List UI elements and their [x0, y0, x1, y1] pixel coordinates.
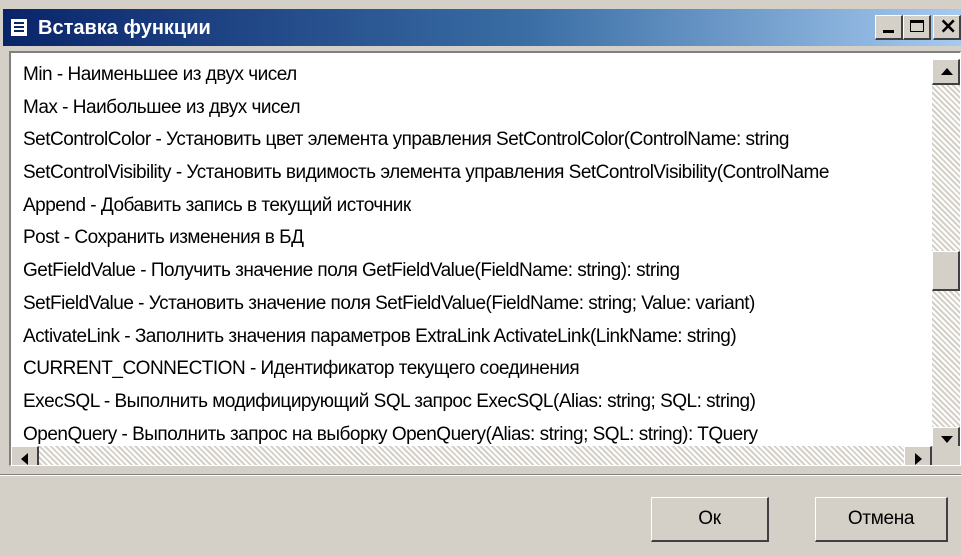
arrow-down-icon [941, 436, 953, 443]
list-item[interactable]: SetControlVisibility - Установить видимо… [11, 157, 926, 190]
vertical-scrollbar[interactable] [932, 59, 960, 453]
list-item[interactable]: GetFieldValue - Получить значение поля G… [11, 255, 926, 288]
list-document-icon [10, 18, 28, 37]
maximize-button[interactable] [903, 15, 931, 40]
list-item[interactable]: CURRENT_CONNECTION - Идентификатор текущ… [11, 353, 926, 386]
list-item[interactable]: Append - Добавить запись в текущий источ… [11, 190, 926, 223]
list-item[interactable]: Post - Сохранить изменения в БД [11, 222, 926, 255]
scroll-left-button[interactable] [11, 446, 39, 465]
scroll-up-button[interactable] [932, 59, 960, 85]
vertical-scroll-thumb[interactable] [932, 251, 960, 292]
minimize-icon [883, 30, 894, 33]
list-item[interactable]: ExecSQL - Выполнить модифицирующий SQL з… [11, 386, 926, 419]
minimize-button[interactable] [875, 15, 903, 40]
function-list[interactable]: Min - Наименьшее из двух чисел Max - Наиб… [9, 51, 961, 466]
scrollbar-corner [932, 446, 960, 465]
window-title: Вставка функции [38, 17, 211, 39]
close-button[interactable]: × [933, 15, 961, 40]
arrow-right-icon [915, 453, 922, 465]
maximize-icon [910, 20, 924, 32]
ok-button[interactable]: Ок [651, 497, 769, 542]
insert-function-dialog: Вставка функции × Min - Наименьшее из дв… [0, 0, 961, 556]
list-item[interactable]: Max - Наибольшее из двух чисел [11, 92, 926, 125]
arrow-up-icon [941, 68, 953, 75]
list-item[interactable]: SetFieldValue - Установить значение поля… [11, 288, 926, 321]
list-item[interactable]: Min - Наименьшее из двух чисел [11, 59, 926, 92]
list-item[interactable]: SetControlColor - Установить цвет элемен… [11, 124, 926, 157]
title-bar[interactable]: Вставка функции × [3, 9, 961, 46]
arrow-left-icon [21, 453, 28, 465]
list-item[interactable]: ActivateLink - Заполнить значения параме… [11, 321, 926, 354]
scroll-right-button[interactable] [904, 446, 932, 465]
cancel-button[interactable]: Отмена [815, 497, 948, 542]
horizontal-scrollbar[interactable] [11, 446, 932, 465]
separator-highlight [0, 475, 961, 476]
function-list-items: Min - Наименьшее из двух чисел Max - Наиб… [11, 59, 926, 455]
close-icon: × [939, 14, 958, 39]
